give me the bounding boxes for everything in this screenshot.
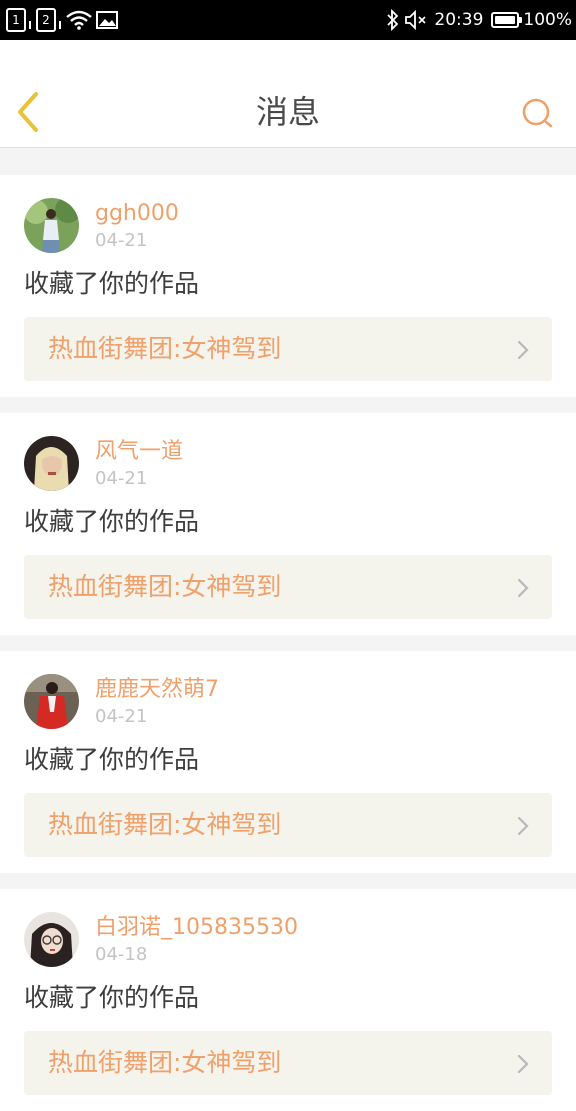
- username[interactable]: ggh000: [95, 199, 179, 229]
- search-icon: [522, 98, 553, 128]
- page-title: 消息: [255, 93, 320, 131]
- sim1-icon: 1: [6, 8, 31, 32]
- chevron-right-icon: [517, 1054, 529, 1074]
- search-button[interactable]: [518, 92, 558, 132]
- action-text: 收藏了你的作品: [24, 983, 200, 1012]
- app-header: 消息: [0, 40, 576, 148]
- avatar[interactable]: [24, 198, 79, 253]
- work-title: 热血街舞团:女神驾到: [48, 810, 282, 839]
- message-card: 鹿鹿天然萌7 04-21 收藏了你的作品 热血街舞团:女神驾到: [0, 651, 576, 873]
- status-left: 1 2: [6, 8, 118, 32]
- message-card: 风气一道 04-21 收藏了你的作品 热血街舞团:女神驾到: [0, 413, 576, 635]
- status-right: 20:39 100%: [386, 8, 572, 32]
- work-title: 热血街舞团:女神驾到: [48, 572, 282, 601]
- chevron-right-icon: [517, 340, 529, 360]
- username[interactable]: 风气一道: [95, 437, 183, 467]
- sim2-icon: 2: [36, 8, 61, 32]
- message-card: 白羽诺_105835530 04-18 收藏了你的作品 热血街舞团:女神驾到: [0, 889, 576, 1111]
- sim2-label: 2: [42, 13, 50, 27]
- work-link[interactable]: 热血街舞团:女神驾到: [24, 1031, 552, 1095]
- avatar[interactable]: [24, 436, 79, 491]
- chevron-right-icon: [517, 816, 529, 836]
- battery-level: [495, 16, 516, 24]
- message-card: ggh000 04-21 收藏了你的作品 热血街舞团:女神驾到: [0, 175, 576, 397]
- status-time: 20:39: [434, 10, 484, 30]
- message-date: 04-21: [95, 468, 148, 489]
- wifi-icon: [66, 10, 92, 30]
- avatar[interactable]: [24, 674, 79, 729]
- work-title: 热血街舞团:女神驾到: [48, 1048, 282, 1077]
- work-link[interactable]: 热血街舞团:女神驾到: [24, 555, 552, 619]
- work-link[interactable]: 热血街舞团:女神驾到: [24, 793, 552, 857]
- battery-percent: 100%: [523, 10, 572, 30]
- battery-icon: [491, 12, 523, 28]
- message-date: 04-21: [95, 706, 148, 727]
- work-link[interactable]: 热血街舞团:女神驾到: [24, 317, 552, 381]
- mute-icon: [405, 10, 426, 30]
- image-icon: [96, 11, 118, 29]
- bluetooth-icon: [387, 9, 399, 31]
- message-date: 04-18: [95, 944, 148, 965]
- action-text: 收藏了你的作品: [24, 507, 200, 536]
- status-bar: 1 2 20:39 100%: [0, 0, 576, 40]
- chevron-right-icon: [517, 578, 529, 598]
- message-date: 04-21: [95, 230, 148, 251]
- username[interactable]: 鹿鹿天然萌7: [95, 675, 219, 705]
- action-text: 收藏了你的作品: [24, 745, 200, 774]
- action-text: 收藏了你的作品: [24, 269, 200, 298]
- username[interactable]: 白羽诺_105835530: [95, 913, 298, 943]
- sim1-label: 1: [12, 13, 20, 27]
- work-title: 热血街舞团:女神驾到: [48, 334, 282, 363]
- avatar[interactable]: [24, 912, 79, 967]
